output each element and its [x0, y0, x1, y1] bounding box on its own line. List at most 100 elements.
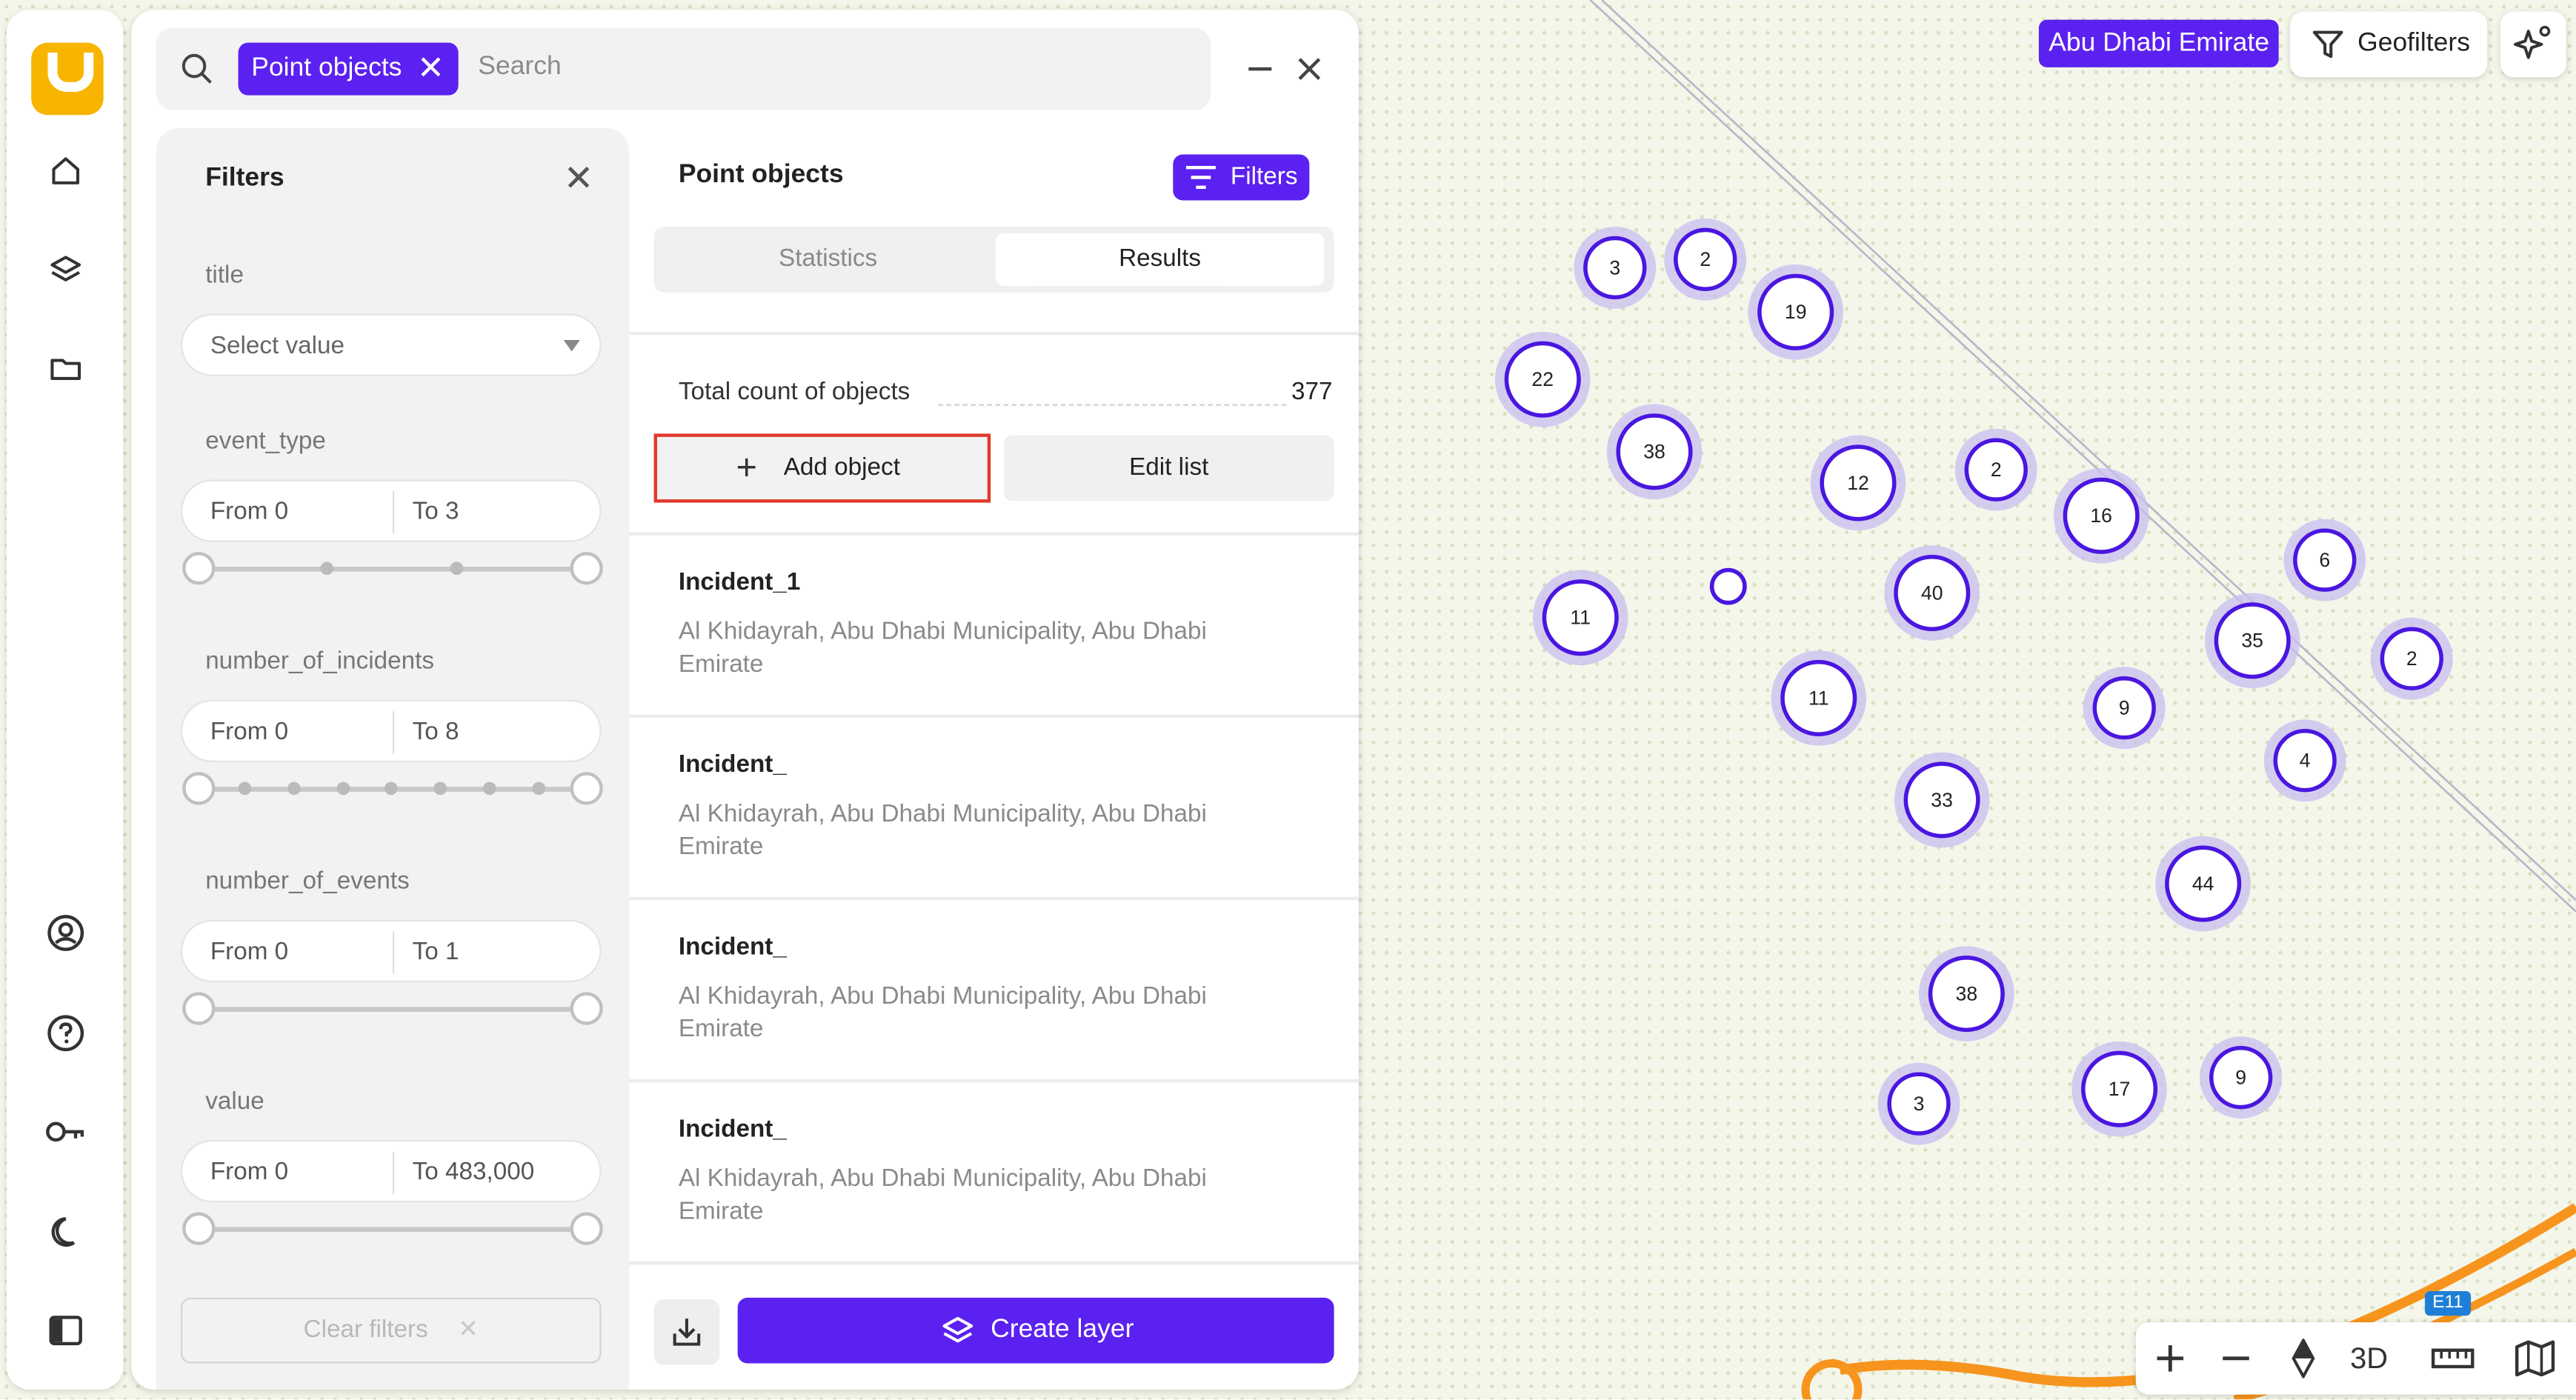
edit-list-button[interactable]: Edit list: [1003, 435, 1334, 501]
slider-max-handle[interactable]: [570, 1212, 603, 1245]
cluster-marker[interactable]: 17: [2071, 1041, 2167, 1137]
compass-icon[interactable]: [2271, 1322, 2337, 1395]
create-layer-label: Create layer: [991, 1316, 1134, 1344]
value-slider[interactable]: [182, 1212, 603, 1245]
filter-lines-icon: [1186, 165, 1216, 190]
slider-min-handle[interactable]: [182, 772, 216, 805]
folder-icon[interactable]: [43, 345, 89, 391]
item-name: Incident_: [678, 933, 787, 961]
range-from-input[interactable]: From 0: [210, 1158, 288, 1186]
search-bar[interactable]: Point objects ✕ Search: [156, 27, 1211, 110]
home-icon[interactable]: [43, 148, 89, 194]
cluster-count: 22: [1531, 368, 1554, 390]
geofilters-label: Geofilters: [2357, 29, 2470, 58]
event-type-slider[interactable]: [182, 552, 603, 585]
cluster-marker[interactable]: 3: [1574, 227, 1657, 309]
cluster-marker[interactable]: 11: [1771, 650, 1867, 746]
close-icon[interactable]: [1293, 51, 1325, 84]
geofilters-button[interactable]: Geofilters: [2290, 11, 2488, 78]
filters-title: Filters: [205, 164, 284, 193]
search-input[interactable]: Search: [478, 53, 561, 82]
results-title: Point objects: [678, 161, 844, 190]
chip-close-icon[interactable]: ✕: [417, 43, 445, 96]
cluster-marker[interactable]: 40: [1884, 545, 1980, 641]
clear-filters-button[interactable]: Clear filters ✕: [180, 1297, 602, 1364]
cluster-marker[interactable]: 22: [1494, 331, 1591, 427]
map-toolbar: 3D: [2135, 1322, 2576, 1395]
cluster-marker[interactable]: 19: [1748, 264, 1844, 360]
download-button[interactable]: [653, 1299, 720, 1365]
item-name: Incident_: [678, 1115, 787, 1144]
basemap-icon[interactable]: [2502, 1322, 2568, 1395]
range-to-input[interactable]: To 1: [413, 938, 459, 966]
filters-close-icon[interactable]: ✕: [564, 160, 594, 196]
key-icon[interactable]: [43, 1109, 89, 1155]
object-panel: Point objects ✕ Search Filters ✕ title S…: [131, 10, 1359, 1390]
cluster-marker[interactable]: 2: [2370, 617, 2453, 700]
tab-statistics[interactable]: Statistics: [664, 233, 993, 286]
results-tabs: Statistics Results: [653, 227, 1334, 293]
cluster-marker[interactable]: 11: [1532, 570, 1628, 666]
item-address: Al Khidayrah, Abu Dhabi Municipality, Ab…: [678, 799, 1207, 861]
incidents-range[interactable]: From 0 To 8: [180, 699, 602, 762]
range-to-input[interactable]: To 483,000: [413, 1158, 535, 1186]
range-to-input[interactable]: To 3: [413, 498, 459, 526]
app-logo[interactable]: [31, 42, 104, 116]
cluster-marker[interactable]: 2: [1664, 218, 1747, 301]
slider-max-handle[interactable]: [570, 552, 603, 585]
range-from-input[interactable]: From 0: [210, 718, 288, 746]
slider-max-handle[interactable]: [570, 772, 603, 805]
point-marker[interactable]: [1709, 567, 1747, 605]
cluster-marker[interactable]: 4: [2263, 719, 2346, 802]
layers-icon[interactable]: [43, 247, 89, 293]
minimize-icon[interactable]: [1244, 51, 1277, 84]
ruler-icon[interactable]: [2420, 1322, 2486, 1395]
event-type-range[interactable]: From 0 To 3: [180, 479, 602, 542]
range-to-input[interactable]: To 8: [413, 718, 459, 746]
list-item[interactable]: Incident_ Al Khidayrah, Abu Dhabi Munici…: [629, 900, 1359, 1081]
list-item[interactable]: Incident_ Al Khidayrah, Abu Dhabi Munici…: [629, 718, 1359, 899]
cluster-marker[interactable]: 38: [1919, 946, 2014, 1041]
create-layer-button[interactable]: Create layer: [737, 1297, 1334, 1364]
cluster-marker[interactable]: 6: [2283, 519, 2366, 601]
slider-min-handle[interactable]: [182, 992, 216, 1025]
cluster-marker[interactable]: 9: [2083, 667, 2166, 750]
filters-button[interactable]: Filters: [1173, 154, 1310, 201]
slider-min-handle[interactable]: [182, 552, 216, 585]
list-item[interactable]: Incident_ Al Khidayrah, Abu Dhabi Munici…: [629, 1082, 1359, 1263]
slider-max-handle[interactable]: [570, 992, 603, 1025]
cluster-marker[interactable]: 44: [2155, 836, 2251, 932]
range-from-input[interactable]: From 0: [210, 938, 288, 966]
range-from-input[interactable]: From 0: [210, 498, 288, 526]
panel-toggle-icon[interactable]: [43, 1307, 89, 1353]
cluster-marker[interactable]: 38: [1606, 404, 1703, 500]
item-name: Incident_1: [678, 568, 801, 596]
ai-assistant-button[interactable]: [2500, 11, 2566, 78]
cluster-marker[interactable]: 16: [2053, 467, 2149, 564]
user-icon[interactable]: [43, 910, 89, 956]
cluster-marker[interactable]: 9: [2200, 1036, 2283, 1119]
moon-icon[interactable]: [43, 1209, 89, 1255]
cluster-marker[interactable]: 12: [1810, 435, 1906, 531]
zoom-out-icon[interactable]: [2203, 1322, 2269, 1395]
slider-min-handle[interactable]: [182, 1212, 216, 1245]
incidents-slider[interactable]: [182, 772, 603, 805]
cluster-marker[interactable]: 33: [1894, 752, 1990, 848]
add-object-button[interactable]: + Add object: [653, 433, 991, 503]
value-range[interactable]: From 0 To 483,000: [180, 1139, 602, 1203]
events-range[interactable]: From 0 To 1: [180, 919, 602, 983]
layer-chip[interactable]: Point objects ✕: [238, 42, 458, 96]
list-item[interactable]: Incident_1 Al Khidayrah, Abu Dhabi Munic…: [629, 536, 1359, 716]
cluster-count: 9: [2235, 1067, 2246, 1089]
events-slider[interactable]: [182, 992, 603, 1025]
cluster-marker[interactable]: 2: [1954, 428, 2037, 511]
zoom-in-icon[interactable]: [2137, 1322, 2203, 1395]
help-icon[interactable]: [43, 1010, 89, 1056]
cluster-marker[interactable]: 35: [2204, 593, 2300, 689]
tab-results[interactable]: Results: [995, 233, 1325, 286]
cluster-count: 44: [2192, 873, 2214, 895]
region-chip[interactable]: Abu Dhabi Emirate: [2038, 19, 2280, 67]
cluster-marker[interactable]: 3: [1877, 1062, 1960, 1145]
view-3d-toggle[interactable]: 3D: [2336, 1322, 2402, 1395]
title-select[interactable]: Select value: [180, 313, 602, 376]
